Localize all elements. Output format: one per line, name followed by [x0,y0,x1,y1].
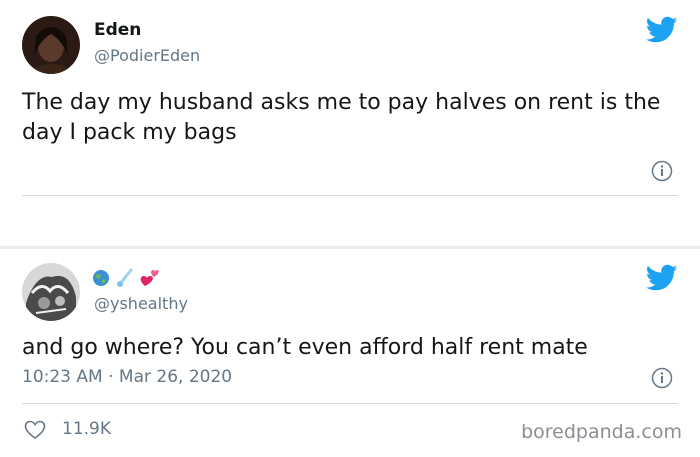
avatar[interactable] [22,16,80,74]
watermark: boredpanda.com [521,421,682,443]
hearts-emoji-icon [138,267,160,293]
info-icon[interactable] [651,367,673,389]
tweet-timestamp[interactable]: 10:23 AM · Mar 26, 2020 [22,367,232,387]
info-icon[interactable] [651,160,673,182]
comet-emoji-icon [116,268,134,292]
tweet-text: and go where? You can’t even afford half… [22,335,588,360]
twitter-bird-icon[interactable] [645,16,678,44]
globe-emoji-icon [92,269,110,291]
author-handle[interactable]: @yshealthy [94,294,188,313]
avatar[interactable] [22,263,80,321]
tweet-card-1: Eden @PodierEden The day my husband asks… [0,0,700,246]
divider [22,403,678,404]
display-name-emojis[interactable] [92,267,172,289]
like-count[interactable]: 11.9K [62,419,111,439]
divider [22,195,678,196]
tweet-text: The day my husband asks me to pay halves… [22,90,661,145]
heart-icon[interactable] [24,420,46,440]
twitter-bird-icon[interactable] [645,264,678,292]
author-name[interactable]: Eden [94,20,141,40]
author-handle[interactable]: @PodierEden [94,46,200,65]
